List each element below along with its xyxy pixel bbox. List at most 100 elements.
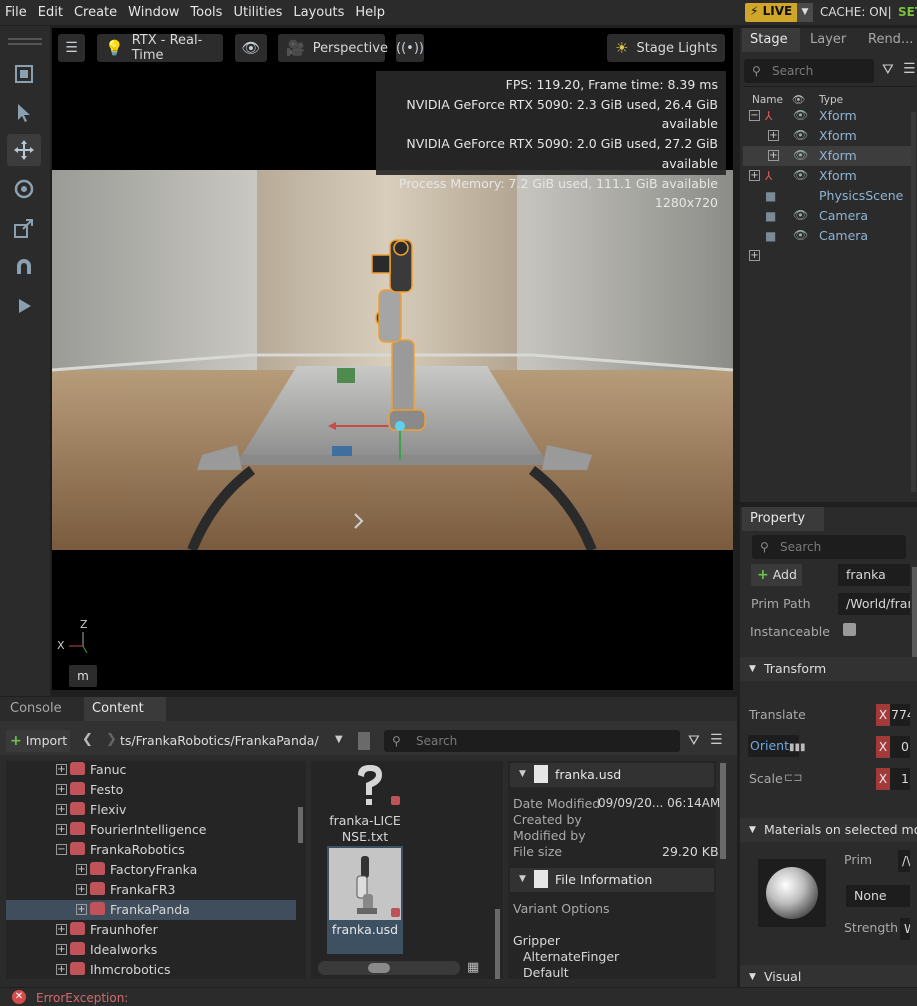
live-dropdown-chevron-icon[interactable]: ▼ — [797, 3, 813, 22]
expand-toggle-icon[interactable]: + — [56, 824, 67, 835]
material-none-dropdown[interactable]: None — [846, 885, 910, 907]
orient-x-field[interactable]: 0. — [890, 736, 910, 758]
camera-button[interactable]: 🎥 Perspective — [278, 34, 388, 62]
menu-utilities[interactable]: Utilities — [228, 5, 288, 20]
stage-lights-button[interactable]: ☀ Stage Lights — [607, 34, 725, 62]
expand-toggle-icon[interactable]: + — [768, 130, 779, 141]
live-button[interactable]: ⚡ LIVE — [745, 3, 799, 22]
file-license-label[interactable]: franka-LICE NSE.txt — [326, 813, 404, 845]
stage-search-input[interactable]: ⚲ Search — [744, 59, 874, 83]
tab-content[interactable]: Content — [84, 697, 166, 721]
cursor-icon[interactable] — [7, 97, 41, 129]
tab-render[interactable]: Rend... — [858, 28, 917, 52]
tree-item[interactable]: − FrankaRobotics — [6, 840, 296, 860]
expand-toggle-icon[interactable]: + — [768, 150, 779, 161]
menu-icon[interactable]: ☰ — [710, 732, 723, 748]
tree-item[interactable]: + Flexiv — [6, 800, 296, 820]
stage-row[interactable]: ■ PhysicsScene — [743, 186, 911, 206]
expand-toggle-icon[interactable]: − — [749, 110, 760, 121]
expand-toggle-icon[interactable]: + — [56, 924, 67, 935]
stage-row[interactable]: + 👁 Xform — [743, 146, 911, 166]
property-search-input[interactable]: ⚲ Search — [752, 535, 906, 559]
tree-item[interactable]: + FourierIntelligence — [6, 820, 296, 840]
eye-icon[interactable]: 👁 — [793, 108, 808, 122]
stage-row[interactable]: ■ 👁 Camera — [743, 206, 911, 226]
zoom-slider-thumb[interactable] — [368, 963, 390, 973]
link-icon[interactable]: ⊏⊐ — [784, 771, 802, 784]
scale-icon[interactable] — [7, 212, 41, 244]
stage-row[interactable]: ■ 👁 Camera — [743, 226, 911, 246]
menu-window[interactable]: Window — [123, 5, 185, 20]
visibility-button[interactable]: 👁 — [235, 34, 267, 62]
gripper-option-default[interactable]: Default — [523, 965, 569, 980]
expand-toggle-icon[interactable]: + — [56, 784, 67, 795]
expand-toggle-icon[interactable]: + — [76, 904, 87, 915]
tree-item[interactable]: + Fraunhofer — [6, 920, 296, 940]
eye-icon[interactable]: 👁 — [793, 128, 808, 142]
details-scrollbar[interactable] — [720, 763, 726, 859]
menu-edit[interactable]: Edit — [33, 5, 69, 20]
expand-toggle-icon[interactable]: + — [56, 804, 67, 815]
import-button[interactable]: + Import — [6, 730, 70, 752]
expand-toggle-icon[interactable]: + — [56, 764, 67, 775]
filter-icon[interactable]: ⛛ — [882, 62, 894, 78]
file-info-header[interactable]: ▼ File Information — [510, 868, 714, 892]
tree-item[interactable]: + Festo — [6, 780, 296, 800]
grid-scrollbar[interactable] — [495, 909, 500, 979]
filter-icon[interactable]: ⛛ — [688, 733, 700, 749]
tree-item[interactable]: + Fanuc — [6, 761, 296, 780]
tree-item[interactable]: + FrankaPanda — [6, 900, 296, 920]
menu-tools[interactable]: Tools — [185, 5, 228, 20]
translate-x-field[interactable]: 774 — [890, 704, 910, 726]
play-icon[interactable] — [7, 290, 41, 322]
transform-section-header[interactable]: ▼ Transform — [740, 657, 917, 681]
tree-item[interactable]: + Idealworks — [6, 940, 296, 960]
expand-toggle-icon[interactable]: + — [76, 884, 87, 895]
prim-field[interactable]: /\ — [898, 850, 910, 872]
file-franka-usd[interactable]: franka.usd — [327, 846, 403, 954]
prim-path-field[interactable]: /World/fran — [838, 593, 910, 615]
eye-icon[interactable]: 👁 — [793, 208, 808, 222]
stage-row[interactable]: − ⅄ 👁 Xform — [743, 106, 911, 126]
stage-row[interactable]: + 👁 Xform — [743, 126, 911, 146]
tree-item[interactable]: + Ihmcrobotics — [6, 960, 296, 979]
back-chevron-icon[interactable]: ❮ — [82, 732, 93, 747]
move-icon[interactable] — [7, 134, 41, 166]
tab-property[interactable]: Property — [742, 507, 824, 531]
menu-layouts[interactable]: Layouts — [288, 5, 350, 20]
expand-toggle-icon[interactable]: + — [76, 864, 87, 875]
eye-icon[interactable]: 👁 — [793, 148, 808, 162]
question-mark-icon[interactable] — [352, 763, 388, 807]
menu-help[interactable]: Help — [350, 5, 391, 20]
expand-toggle-icon[interactable]: + — [56, 944, 67, 955]
tab-console[interactable]: Console — [2, 697, 84, 721]
expand-toggle-icon[interactable]: + — [749, 250, 760, 261]
path-dropdown-chevron-icon[interactable]: ▼ — [335, 734, 343, 745]
broadcast-button[interactable]: ((•)) — [396, 34, 424, 62]
rotate-icon[interactable] — [7, 173, 41, 205]
path-field[interactable]: ts/FrankaRobotics/FrankaPanda/ — [120, 730, 350, 752]
instanceable-checkbox[interactable] — [843, 623, 856, 636]
expand-toggle-icon[interactable]: + — [56, 964, 67, 975]
menu-create[interactable]: Create — [69, 5, 123, 20]
stage-row[interactable]: + ⅄ 👁 Xform — [743, 166, 911, 186]
select-mode-icon[interactable] — [7, 58, 41, 90]
content-search-input[interactable]: ⚲ Search — [384, 730, 680, 752]
viewport-settings-button[interactable]: ☰ — [58, 34, 85, 62]
orient-button[interactable]: Orient▮▮▮ — [748, 735, 805, 757]
snap-magnet-icon[interactable] — [7, 251, 41, 283]
stage-scrollbar[interactable] — [911, 112, 916, 492]
add-button[interactable]: + Add — [751, 564, 802, 586]
details-header[interactable]: ▼ franka.usd — [510, 763, 714, 787]
gripper-option-alternate[interactable]: AlternateFinger — [523, 949, 619, 964]
tab-layer[interactable]: Layer — [800, 28, 858, 52]
tab-stage[interactable]: Stage — [742, 28, 800, 52]
render-mode-button[interactable]: 💡 RTX - Real-Time — [97, 33, 223, 63]
tree-item[interactable]: + FrankaFR3 — [6, 880, 296, 900]
tree-item[interactable]: + FactoryFranka — [6, 860, 296, 880]
name-field[interactable]: franka — [838, 564, 910, 586]
stage-row[interactable]: + — [743, 246, 911, 266]
tree-scrollbar[interactable] — [298, 807, 303, 843]
units-button[interactable]: m — [69, 665, 97, 687]
zoom-slider[interactable] — [318, 961, 460, 975]
